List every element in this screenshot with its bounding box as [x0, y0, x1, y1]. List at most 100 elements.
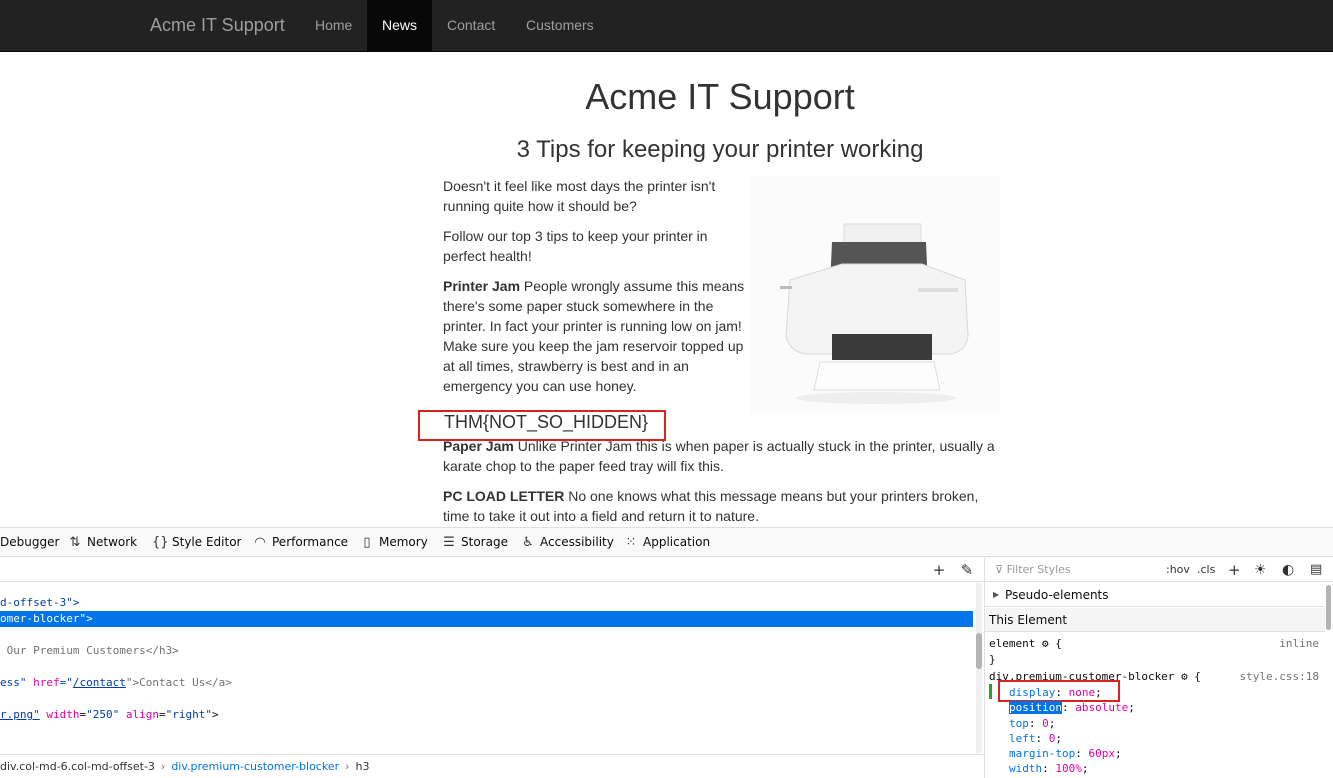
document-icon[interactable]: ▤	[1310, 558, 1322, 582]
eyedropper-icon[interactable]: ✎	[957, 560, 977, 580]
tab-accessibility[interactable]: ♿ Accessibility	[520, 528, 614, 557]
markup-text: >	[211, 708, 219, 721]
markup-line-selected[interactable]: omer-blocker">	[0, 611, 973, 627]
tab-label: Debugger	[0, 535, 60, 549]
this-element-header: This Element	[985, 608, 1325, 632]
markup-text: Our Premium Customers</h3>	[0, 644, 179, 657]
grid-icon: ⁙	[625, 535, 637, 550]
prop-value[interactable]: absolute	[1075, 701, 1128, 714]
add-rule-icon[interactable]: +	[1228, 558, 1241, 582]
tip-heading: PC LOAD LETTER	[443, 488, 565, 504]
rules-toolbar: ⊽ Filter Styles :hov .cls + ☀ ◐ ▤	[985, 558, 1333, 582]
prop-name[interactable]: left	[1009, 732, 1036, 745]
prop-value[interactable]: 0	[1049, 732, 1056, 745]
add-node-icon[interactable]: +	[929, 560, 949, 580]
gear-icon[interactable]: ⚙	[1042, 637, 1049, 650]
markup-link[interactable]: /contact	[73, 676, 126, 689]
decl-position[interactable]: position: absolute;	[1009, 700, 1135, 715]
markup-text: ">Contact Us</a>	[125, 676, 232, 689]
triangle-right-icon: ▶	[993, 590, 1000, 599]
tab-debugger[interactable]: Debugger	[0, 528, 59, 557]
article-title: 3 Tips for keeping your printer working	[516, 136, 924, 163]
breadcrumb-item[interactable]: div.premium-customer-blocker	[171, 760, 339, 773]
network-icon: ⇅	[69, 535, 81, 550]
devtools-panel: Debugger ⇅ Network {} Style Editor ◠ Perfor…	[0, 527, 1333, 778]
accessibility-icon: ♿	[522, 535, 534, 550]
changed-indicator	[989, 684, 992, 699]
markup-scroll-thumb[interactable]	[976, 633, 982, 669]
devtools-tabbar: Debugger ⇅ Network {} Style Editor ◠ Perfor…	[0, 528, 1333, 557]
tab-label: Performance	[272, 535, 349, 549]
nav-news[interactable]: News	[367, 0, 433, 51]
gear-icon[interactable]: ⚙	[1181, 670, 1188, 683]
decl-width[interactable]: width: 100%;	[1009, 761, 1089, 776]
rule-source: inline	[1279, 637, 1319, 650]
rule-close: }	[989, 653, 996, 666]
prop-value[interactable]: 100%	[1055, 762, 1082, 775]
printer-icon	[750, 176, 1000, 413]
tab-storage[interactable]: ☰ Storage	[441, 528, 508, 557]
breadcrumb-item[interactable]: h3	[356, 760, 370, 773]
markup-line[interactable]: d-offset-3">	[0, 595, 973, 611]
chevron-right-icon: ›	[160, 760, 166, 773]
filter-styles-input[interactable]: ⊽ Filter Styles	[995, 558, 1071, 582]
tip-heading: Printer Jam	[443, 278, 521, 294]
rule-source-link[interactable]: style.css:18	[1240, 669, 1319, 684]
markup-line[interactable]: r.png" width="250" align="right">	[0, 707, 973, 723]
pseudo-elements-toggle[interactable]: ▶ Pseudo-elements	[985, 583, 1325, 607]
decl-margin-top[interactable]: margin-top: 60px;	[1009, 746, 1122, 761]
tab-label: Style Editor	[172, 535, 242, 549]
prop-value[interactable]: 0	[1042, 717, 1049, 730]
inspector-markup-pane: + ✎ d-offset-3"> omer-blocker"> Our Prem…	[0, 558, 985, 778]
light-theme-icon[interactable]: ☀	[1254, 558, 1267, 582]
article-body: Doesn't it feel like most days the print…	[418, 176, 1000, 536]
breadcrumb: div.col-md-6.col-md-offset-3 › div.premium…	[0, 754, 984, 778]
decl-top[interactable]: top: 0;	[1009, 716, 1055, 731]
markup-text: ="	[59, 676, 73, 689]
prop-value[interactable]: 60px	[1088, 747, 1115, 760]
filter-icon: ⊽	[995, 563, 1007, 576]
prop-name[interactable]: margin-top	[1009, 747, 1075, 760]
highlight-box	[998, 680, 1120, 702]
tab-label: Application	[643, 535, 711, 549]
tab-network[interactable]: ⇅ Network	[67, 528, 138, 557]
markup-attr: align	[125, 708, 159, 721]
markup-text: ess"	[0, 676, 34, 689]
tab-application[interactable]: ⁙ Application	[623, 528, 711, 557]
hov-toggle[interactable]: :hov	[1166, 558, 1190, 582]
tab-label: Memory	[379, 535, 428, 549]
markup-view[interactable]: d-offset-3"> omer-blocker"> Our Premium …	[0, 583, 973, 753]
contrast-icon[interactable]: ◐	[1282, 558, 1294, 582]
rule-selector: element ⚙ {	[989, 637, 1062, 650]
markup-attr: href	[33, 676, 60, 689]
gauge-icon: ◠	[254, 535, 266, 550]
flag-text: THM{NOT_SO_HIDDEN}	[444, 412, 649, 432]
markup-text: d-offset-3">	[0, 596, 80, 609]
page-title: Acme IT Support	[585, 76, 855, 117]
nav-customers[interactable]: Customers	[511, 0, 609, 51]
memory-icon: ▯	[363, 535, 371, 550]
prop-name[interactable]: position	[1009, 701, 1062, 714]
decl-left[interactable]: left: 0;	[1009, 731, 1062, 746]
rules-scrollbar[interactable]	[1326, 585, 1331, 630]
nav-home[interactable]: Home	[300, 0, 367, 51]
nav-contact[interactable]: Contact	[432, 0, 510, 51]
breadcrumb-item[interactable]: div.col-md-6.col-md-offset-3	[0, 760, 155, 773]
tip-pc-load-letter: PC LOAD LETTER No one knows what this me…	[443, 486, 1000, 526]
brand-link[interactable]: Acme IT Support	[150, 0, 285, 51]
rules-pane: ⊽ Filter Styles :hov .cls + ☀ ◐ ▤ ▶ Pseud…	[985, 558, 1333, 778]
tab-style-editor[interactable]: {} Style Editor	[152, 528, 241, 557]
markup-text: "right"	[165, 708, 212, 721]
tab-memory[interactable]: ▯ Memory	[359, 528, 428, 557]
tab-label: Network	[87, 535, 138, 549]
cls-toggle[interactable]: .cls	[1197, 558, 1215, 582]
markup-link[interactable]: r.png"	[0, 708, 40, 721]
braces-icon: {}	[152, 535, 169, 550]
selector-text: element	[989, 637, 1036, 650]
markup-line[interactable]: ess" href="/contact">Contact Us</a>	[0, 675, 973, 691]
prop-name[interactable]: width	[1009, 762, 1042, 775]
tab-performance[interactable]: ◠ Performance	[252, 528, 348, 557]
markup-line[interactable]: Our Premium Customers</h3>	[0, 643, 973, 659]
markup-text: omer-blocker">	[0, 612, 93, 625]
prop-name[interactable]: top	[1009, 717, 1029, 730]
